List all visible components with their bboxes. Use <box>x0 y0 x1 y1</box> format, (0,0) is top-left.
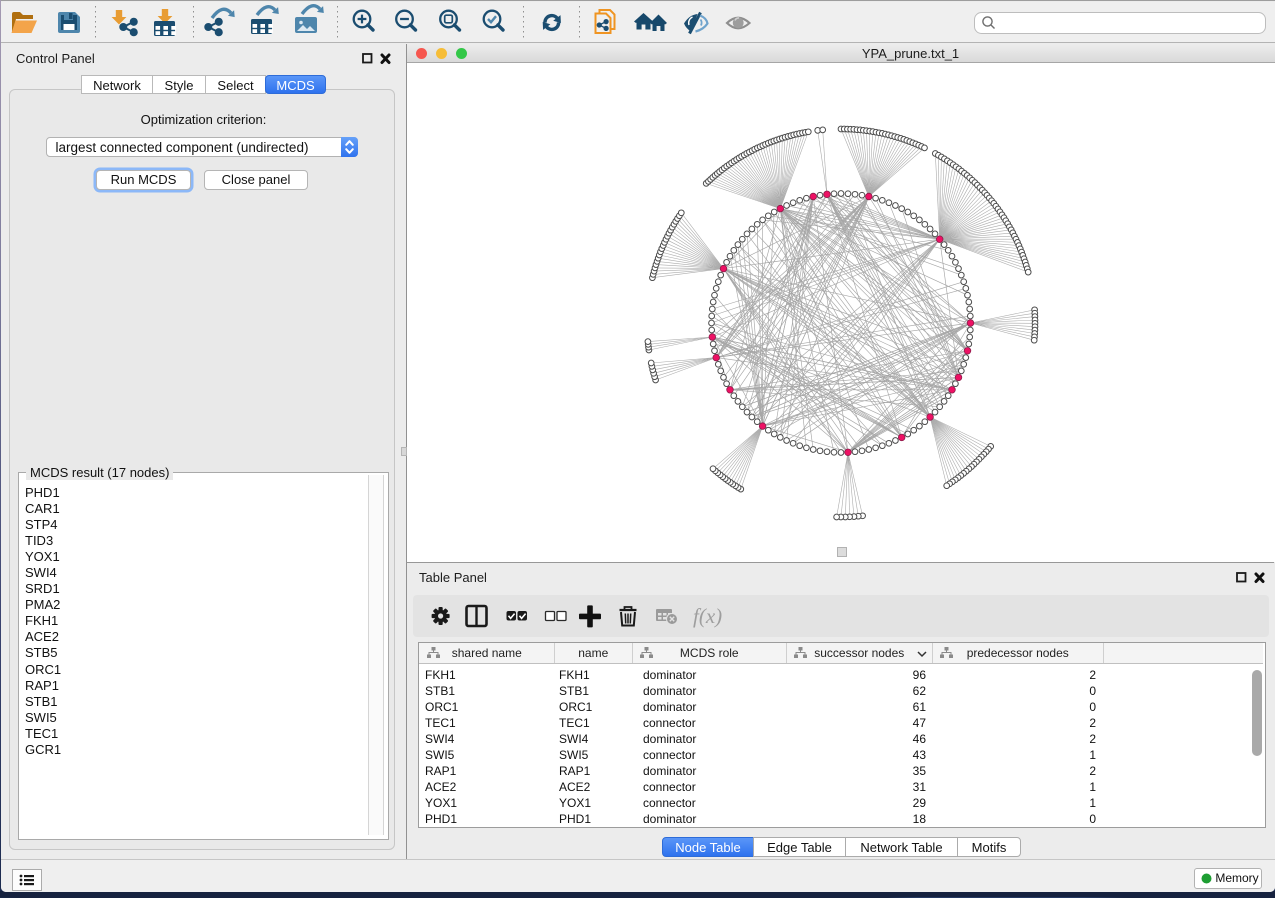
svg-text:f(x): f(x) <box>693 604 722 628</box>
